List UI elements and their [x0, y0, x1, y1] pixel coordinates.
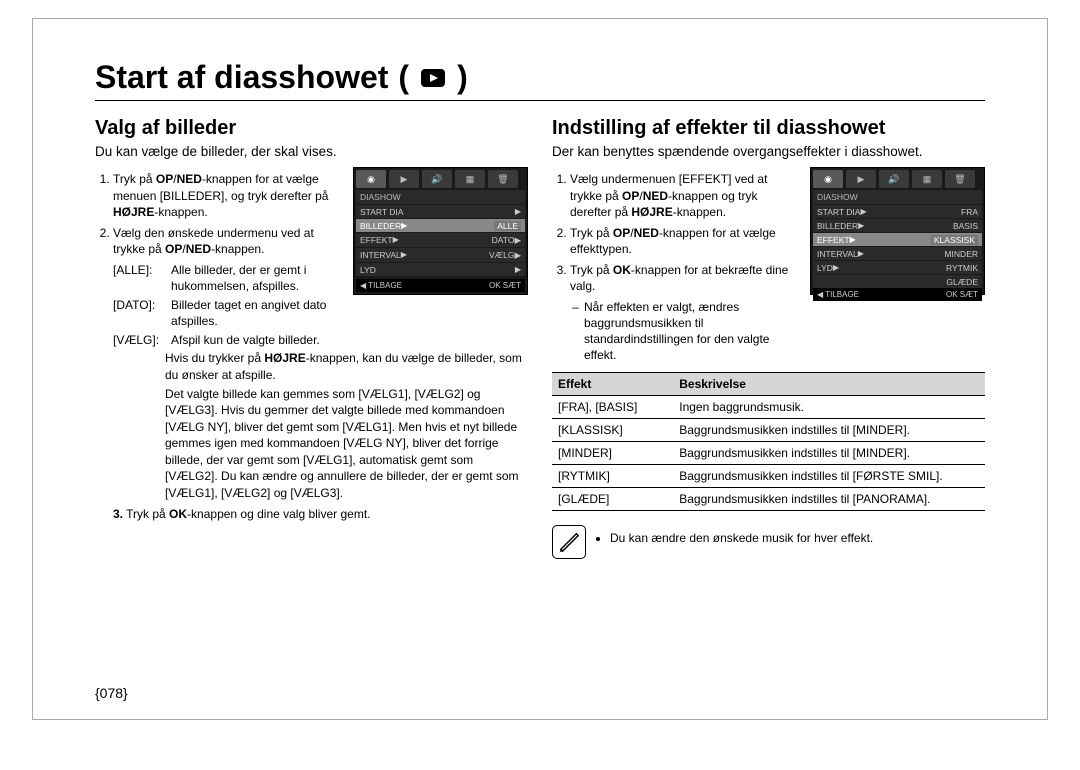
- lcd-tab-grid-icon: ▦: [455, 170, 485, 188]
- left-heading: Valg af billeder: [95, 117, 528, 140]
- note-bullet: Du kan ændre den ønskede musik for hver …: [610, 531, 873, 545]
- page-number: {078}: [95, 685, 128, 701]
- note-list: Du kan ændre den ønskede musik for hver …: [596, 531, 873, 545]
- right-steps: Vælg undermenuen [EFFEKT] ved at trykke …: [552, 167, 800, 364]
- page-title-text: Start af diasshowet: [95, 59, 388, 96]
- effect-table: Effekt Beskrivelse [FRA], [BASIS]Ingen b…: [552, 372, 985, 511]
- lcd-tab-delete-icon: 🗑: [945, 170, 975, 188]
- right-step-2: Tryk på OP/NED-knappen for at vælge effe…: [570, 225, 800, 258]
- note-icon: [552, 525, 586, 559]
- slideshow-icon: [419, 67, 447, 89]
- manual-page: Start af diasshowet ( ) Valg af billeder…: [32, 18, 1048, 720]
- lcd-tab-sound-icon: 🔊: [422, 170, 452, 188]
- right-intro: Der kan benyttes spændende overgangseffe…: [552, 144, 985, 159]
- two-column-layout: Valg af billeder Du kan vælge de billede…: [95, 111, 985, 559]
- table-head-effect: Effekt: [552, 372, 673, 395]
- left-step-block: Tryk på OP/NED-knappen for at vælge menu…: [95, 167, 528, 332]
- table-row: [GLÆDE]Baggrundsmusikken indstilles til …: [552, 487, 985, 510]
- left-lcd-title: DIASHOW: [356, 190, 525, 204]
- left-longnote-2: Det valgte billede kan gemmes som [VÆLG1…: [165, 386, 528, 502]
- left-intro: Du kan vælge de billeder, der skal vises…: [95, 144, 528, 159]
- right-lcd-screenshot: ◉ ▶ 🔊 ▦ 🗑 DIASHOW START DIA▶FRA BILLEDER…: [810, 167, 985, 295]
- right-column: Indstilling af effekter til diasshowet D…: [552, 111, 985, 559]
- title-icon-paren-close: ): [457, 59, 468, 96]
- right-lcd-title: DIASHOW: [813, 190, 982, 204]
- table-row: [MINDER]Baggrundsmusikken indstilles til…: [552, 441, 985, 464]
- page-title: Start af diasshowet ( ): [95, 59, 985, 101]
- lcd-tab-play-icon: ▶: [389, 170, 419, 188]
- lcd-tab-slideshow-icon: ◉: [813, 170, 843, 188]
- lcd-tab-sound-icon: 🔊: [879, 170, 909, 188]
- right-step-3: Tryk på OK-knappen for at bekræfte dine …: [570, 262, 800, 295]
- left-definitions: [ALLE]Alle billeder, der er gemt i hukom…: [113, 262, 343, 330]
- left-step-2: Vælg den ønskede undermenu ved at trykke…: [113, 225, 343, 258]
- lcd-tab-delete-icon: 🗑: [488, 170, 518, 188]
- left-step-3: 3. Tryk på OK-knappen og dine valg blive…: [113, 507, 528, 521]
- left-steps: Tryk på OP/NED-knappen for at vælge menu…: [95, 167, 343, 332]
- title-icon-paren: (: [398, 59, 409, 96]
- lcd-tab-grid-icon: ▦: [912, 170, 942, 188]
- right-step-1: Vælg undermenuen [EFFEKT] ved at trykke …: [570, 171, 800, 221]
- table-row: [RYTMIK]Baggrundsmusikken indstilles til…: [552, 464, 985, 487]
- right-step-block: Vælg undermenuen [EFFEKT] ved at trykke …: [552, 167, 985, 364]
- note-box: Du kan ændre den ønskede musik for hver …: [552, 525, 985, 559]
- right-heading: Indstilling af effekter til diasshowet: [552, 117, 985, 140]
- table-row: [FRA], [BASIS]Ingen baggrundsmusik.: [552, 395, 985, 418]
- lcd-tab-play-icon: ▶: [846, 170, 876, 188]
- left-def-vaelg: [VÆLG]Afspil kun de valgte billeder.: [113, 332, 528, 349]
- left-lcd-screenshot: ◉ ▶ 🔊 ▦ 🗑 DIASHOW START DIA▶ BILLEDER▶AL…: [353, 167, 528, 295]
- lcd-tab-slideshow-icon: ◉: [356, 170, 386, 188]
- left-column: Valg af billeder Du kan vælge de billede…: [95, 111, 528, 559]
- right-subnote: –Når effekten er valgt, ændres baggrunds…: [584, 299, 800, 364]
- left-longnote-1: Hvis du trykker på HØJRE-knappen, kan du…: [165, 350, 528, 383]
- table-head-desc: Beskrivelse: [673, 372, 985, 395]
- table-row: [KLASSISK]Baggrundsmusikken indstilles t…: [552, 418, 985, 441]
- left-step-1: Tryk på OP/NED-knappen for at vælge menu…: [113, 171, 343, 221]
